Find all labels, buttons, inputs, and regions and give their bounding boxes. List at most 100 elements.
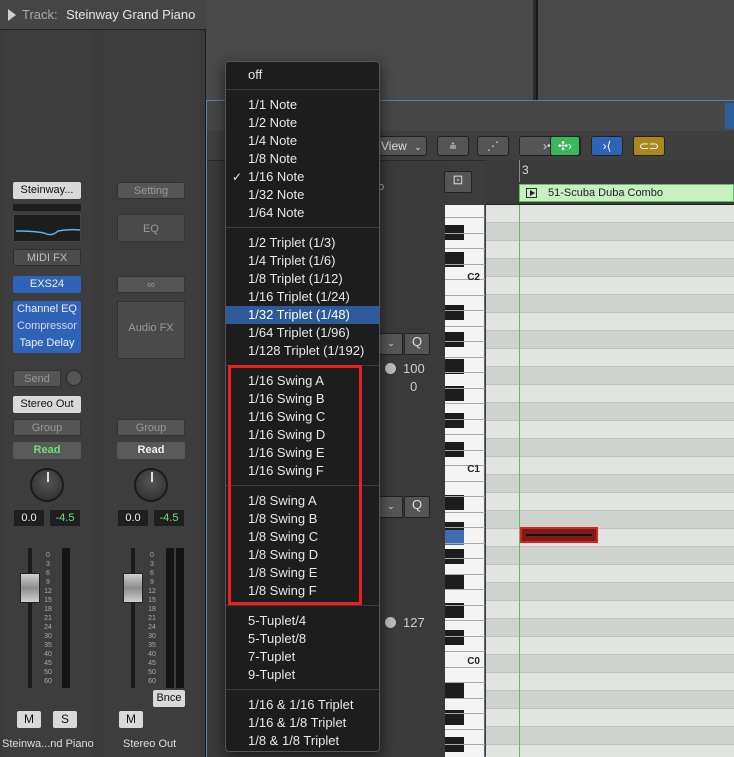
menu-separator: [226, 605, 379, 606]
track-header[interactable]: Track: Steinway Grand Piano: [0, 0, 206, 30]
strength-slider-knob[interactable]: [385, 363, 396, 374]
black-key[interactable]: [445, 413, 464, 428]
midi-fx-slot[interactable]: MIDI FX: [13, 249, 81, 266]
inspector-toggle-button[interactable]: ⊡: [444, 171, 472, 193]
midi-note[interactable]: [520, 527, 598, 543]
menu-item[interactable]: 1/64 Note: [226, 204, 379, 222]
automation-mode[interactable]: Read: [117, 442, 185, 459]
mute-button[interactable]: M: [17, 711, 41, 728]
swing-value[interactable]: 0: [410, 379, 417, 394]
audio-fx-slot-2[interactable]: Compressor: [13, 318, 81, 335]
instrument-slot[interactable]: EXS24: [13, 276, 81, 293]
link-button[interactable]: ⊂⊃: [633, 136, 665, 156]
menu-item[interactable]: 1/2 Triplet (1/3): [226, 234, 379, 252]
eq-thumbnail[interactable]: [13, 214, 81, 242]
send-knob[interactable]: [66, 370, 82, 386]
play-region-icon[interactable]: [526, 188, 537, 198]
bounce-button[interactable]: Bnce: [153, 690, 185, 707]
setting-button[interactable]: Setting: [117, 182, 185, 199]
midi-out-icon[interactable]: ✣›: [550, 136, 580, 156]
link-button[interactable]: ∞: [117, 276, 185, 293]
menu-item[interactable]: 1/32 Note: [226, 186, 379, 204]
piano-keyboard[interactable]: C2 C1 C0: [445, 205, 485, 757]
menu-item[interactable]: 1/1 Note: [226, 96, 379, 114]
menu-item[interactable]: 1/4 Triplet (1/6): [226, 252, 379, 270]
catch-button[interactable]: ›⟨: [591, 136, 623, 156]
group-slot[interactable]: Group: [13, 419, 81, 436]
menu-item[interactable]: 1/2 Note: [226, 114, 379, 132]
pan-knob[interactable]: [30, 468, 64, 502]
scale-quantize-dropdown[interactable]: ⌄: [379, 496, 403, 518]
menu-item[interactable]: 1/8 & 1/8 Triplet: [226, 732, 379, 750]
pan-knob[interactable]: [134, 468, 168, 502]
mute-button[interactable]: M: [119, 711, 143, 728]
black-key[interactable]: [445, 549, 464, 564]
menu-item[interactable]: 1/4 Note: [226, 132, 379, 150]
midi-in-button[interactable]: ›✣ ✣›: [519, 136, 581, 156]
volume-fader-track[interactable]: [131, 548, 135, 688]
menu-item[interactable]: 1/8 Triplet (1/12): [226, 270, 379, 288]
note-grid[interactable]: [486, 205, 734, 757]
volume-value[interactable]: 0.0: [118, 510, 148, 526]
menu-item[interactable]: 1/16 & 1/16 Triplet: [226, 696, 379, 714]
quantize-button[interactable]: Q: [404, 333, 430, 355]
group-slot[interactable]: Group: [117, 419, 185, 436]
disclosure-triangle-icon[interactable]: [8, 9, 16, 21]
strip-name[interactable]: Steinwa...nd Piano: [2, 738, 94, 750]
view-menu[interactable]: View ⌄: [372, 136, 427, 156]
volume-fader-handle[interactable]: [123, 573, 143, 603]
volume-fader-track[interactable]: [28, 548, 32, 688]
menu-item-label: 1/32 Triplet (1/48): [248, 307, 350, 322]
tracks-area-right: [536, 0, 734, 100]
setting-button[interactable]: Steinway...: [13, 182, 81, 199]
menu-item[interactable]: 1/64 Triplet (1/96): [226, 324, 379, 342]
strength-value[interactable]: 100: [403, 361, 425, 376]
black-key[interactable]: [445, 630, 464, 645]
black-key[interactable]: [445, 305, 464, 320]
menu-item[interactable]: 9-Tuplet: [226, 666, 379, 684]
black-key[interactable]: [445, 252, 464, 267]
volume-fader-handle[interactable]: [20, 573, 40, 603]
eq-slot[interactable]: EQ: [117, 214, 185, 242]
scale-quantize-button[interactable]: Q: [404, 496, 430, 518]
chevron-down-icon: ⌄: [414, 142, 422, 152]
black-key[interactable]: [445, 683, 464, 698]
collapse-button[interactable]: ⩮: [437, 136, 469, 156]
menu-item[interactable]: 1/128 Triplet (1/192): [226, 342, 379, 360]
view-label: View: [381, 139, 407, 153]
black-key[interactable]: [445, 332, 464, 347]
menu-item[interactable]: 5-Tuplet/4: [226, 612, 379, 630]
velocity-value[interactable]: 127: [403, 615, 425, 630]
menu-item-label: off: [248, 67, 263, 82]
menu-item[interactable]: 5-Tuplet/8: [226, 630, 379, 648]
velocity-slider-knob[interactable]: [385, 617, 396, 628]
ruler-tick: [519, 160, 520, 182]
menu-item[interactable]: 7-Tuplet: [226, 648, 379, 666]
menu-item[interactable]: 1/16 Triplet (1/24): [226, 288, 379, 306]
menu-item[interactable]: ✓ 1/16 Note: [226, 168, 379, 186]
menu-item[interactable]: 1/16 & 1/8 Triplet: [226, 714, 379, 732]
collapse-icon: ⩮: [449, 139, 457, 153]
time-quantize-dropdown[interactable]: ⌄: [379, 333, 403, 355]
menu-item[interactable]: off: [226, 66, 379, 84]
solo-button[interactable]: S: [53, 711, 77, 728]
black-key[interactable]: [445, 495, 464, 510]
black-key[interactable]: [445, 575, 464, 590]
automation-button[interactable]: ⋰: [477, 136, 509, 156]
audio-fx-slot-1[interactable]: Channel EQ: [13, 301, 81, 318]
send-slot[interactable]: Send: [13, 370, 61, 387]
grid-row: [486, 619, 734, 637]
catch-icon: ›⟨: [602, 139, 612, 153]
output-slot[interactable]: Stereo Out: [13, 396, 81, 413]
volume-value[interactable]: 0.0: [14, 510, 44, 526]
audio-fx-slot-3[interactable]: Tape Delay: [13, 335, 81, 352]
menu-item[interactable]: 1/32 Triplet (1/48): [226, 306, 379, 324]
scale-tick: 24: [44, 624, 52, 631]
region-header[interactable]: 51-Scuba Duba Combo: [519, 184, 734, 202]
menu-item-label: 1/64 Triplet (1/96): [248, 325, 350, 340]
strip-name[interactable]: Stereo Out: [123, 738, 176, 750]
audio-fx-slot[interactable]: Audio FX: [117, 301, 185, 359]
automation-mode[interactable]: Read: [13, 442, 81, 459]
menu-item[interactable]: 1/8 Note: [226, 150, 379, 168]
editor-tab-selected[interactable]: [725, 103, 734, 129]
